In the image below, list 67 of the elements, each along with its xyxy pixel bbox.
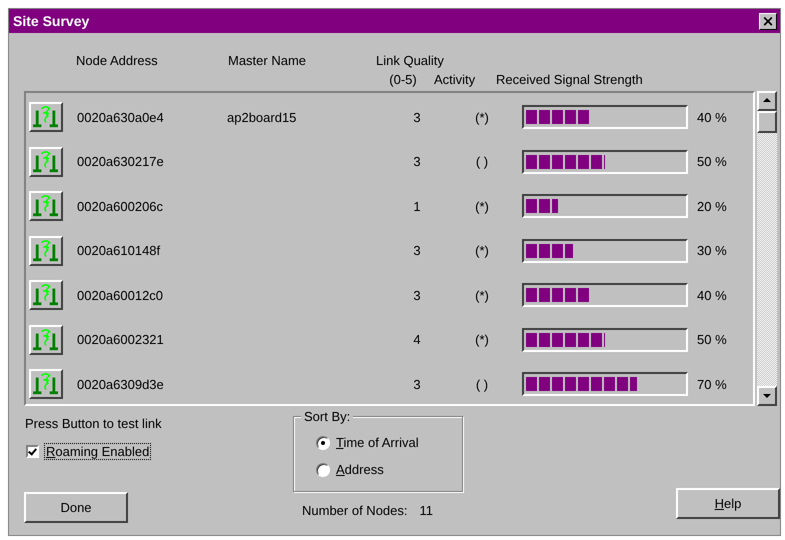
column-header: (0-5): [388, 72, 418, 87]
column-header: Node Address: [76, 53, 159, 70]
signal-reading: 70 %: [697, 376, 727, 392]
activity-indicator: (*): [474, 288, 490, 303]
antenna-icon: [32, 105, 60, 130]
activity-indicator: ( ): [474, 154, 490, 170]
column-header: Master Name: [228, 53, 308, 70]
node-address: 0020a600206c: [77, 198, 164, 214]
signal-reading: 30 %: [697, 243, 727, 258]
node-address: 0020a60012c0: [77, 288, 164, 303]
antenna-icon: [32, 150, 60, 174]
test-link-button[interactable]: [29, 191, 63, 222]
activity-indicator: (*): [474, 332, 490, 348]
node-address: 0020a630a0e4: [77, 110, 165, 125]
radio-label[interactable]: Address: [336, 462, 384, 477]
link-quality: 3: [412, 376, 422, 392]
node-address: 0020a6309d3e: [77, 376, 165, 392]
antenna-icon: [32, 372, 60, 396]
scroll-down-button[interactable]: [757, 386, 777, 406]
radio-button[interactable]: [316, 436, 330, 450]
antenna-icon: [32, 194, 60, 218]
link-quality: 3: [412, 110, 422, 125]
link-quality: 4: [412, 332, 422, 348]
close-button[interactable]: ×: [759, 12, 777, 30]
column-header: Received Signal Strength: [496, 72, 643, 87]
antenna-icon: [32, 283, 60, 308]
count-label: Number of Nodes:: [302, 503, 408, 518]
antenna-icon: [32, 328, 60, 352]
link-quality: 3: [412, 288, 422, 303]
link-quality: 1: [412, 198, 422, 214]
checkbox-label[interactable]: Roaming Enabled: [44, 443, 152, 460]
scroll-up-button[interactable]: [757, 91, 777, 111]
count-value: 11: [420, 503, 433, 518]
node-address: 0020a630217e: [77, 154, 165, 170]
activity-indicator: (*): [474, 198, 490, 214]
group-title: Sort By:: [301, 409, 354, 424]
roaming-checkbox[interactable]: [26, 445, 39, 458]
test-link-button[interactable]: [29, 280, 63, 310]
link-quality: 3: [412, 154, 422, 170]
radio-label[interactable]: Time of Arrival: [336, 435, 419, 450]
help-button[interactable]: Help: [676, 488, 780, 519]
node-address: 0020a6002321: [77, 332, 165, 348]
master-name: ap2board15: [227, 110, 298, 125]
test-link-button[interactable]: [29, 324, 63, 355]
scroll-thumb[interactable]: [757, 111, 777, 133]
signal-reading: 40 %: [697, 288, 727, 303]
scrollbar[interactable]: [757, 91, 777, 406]
test-link-button[interactable]: [29, 102, 63, 132]
done-button[interactable]: Done: [24, 492, 128, 523]
link-quality: 3: [412, 243, 422, 258]
test-link-button[interactable]: [29, 236, 63, 266]
signal-reading: 50 %: [697, 332, 727, 348]
node-address: 0020a610148f: [77, 243, 162, 258]
activity-indicator: (*): [474, 243, 490, 258]
test-link-button[interactable]: [29, 369, 63, 400]
activity-indicator: (*): [474, 110, 490, 125]
signal-reading: 20 %: [697, 198, 727, 214]
column-header: Link Quality: [376, 53, 445, 68]
column-header: Activity: [434, 72, 476, 87]
radio-button[interactable]: [316, 462, 330, 476]
signal-reading: 50 %: [697, 154, 727, 170]
signal-reading: 40 %: [697, 110, 727, 125]
window-title: Site Survey: [13, 13, 90, 29]
antenna-icon: [32, 238, 60, 263]
activity-indicator: ( ): [474, 376, 490, 392]
test-link-button[interactable]: [29, 146, 63, 177]
hint-text: Press Button to test link: [25, 416, 162, 431]
